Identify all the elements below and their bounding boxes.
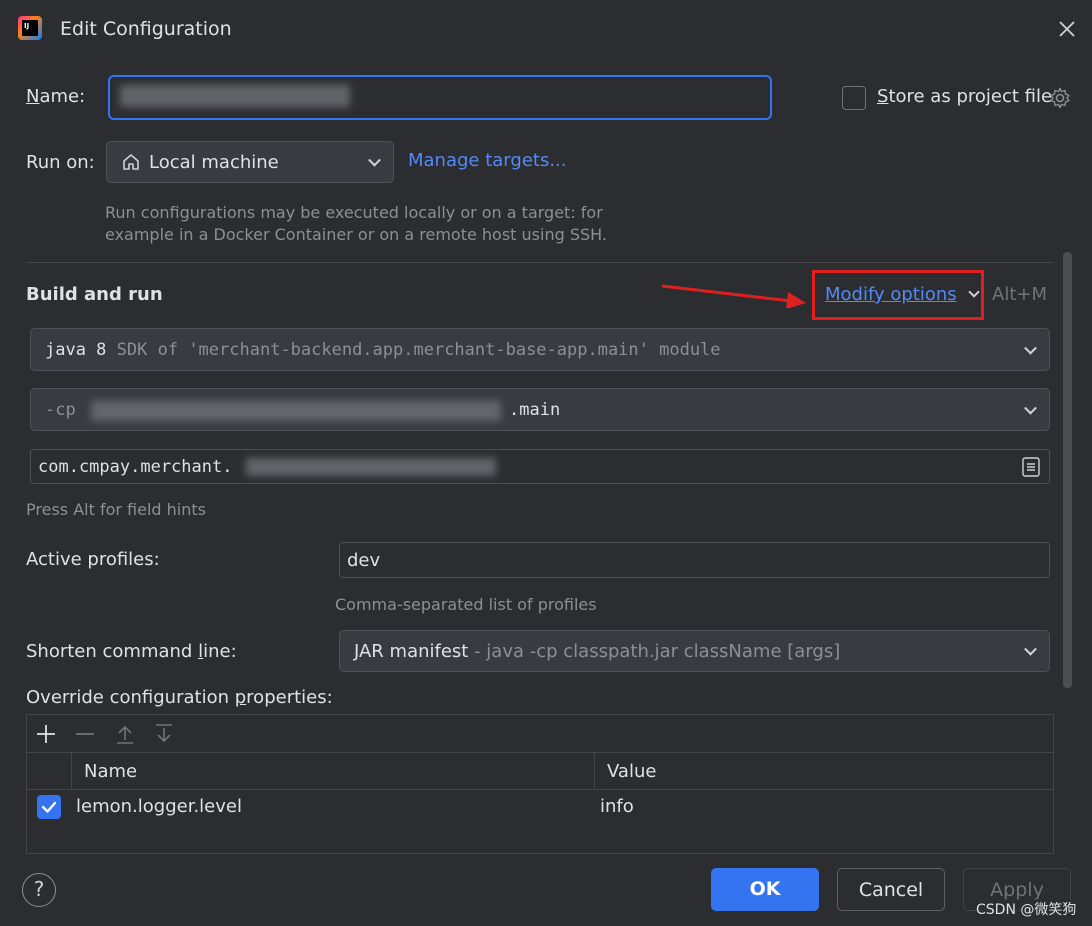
store-project-checkbox[interactable]	[842, 86, 866, 110]
window-title: Edit Configuration	[60, 18, 232, 40]
classpath-suffix: .main	[509, 400, 561, 420]
shorten-select[interactable]: JAR manifest - java -cp classpath.jar cl…	[339, 630, 1050, 672]
sdk-main: java 8	[45, 340, 107, 360]
active-profiles-hint: Comma-separated list of profiles	[335, 595, 597, 614]
override-label: Override configuration properties:	[26, 687, 333, 708]
table-header: Name Value	[27, 753, 1053, 790]
row-name: lemon.logger.level	[76, 796, 242, 817]
modify-shortcut: Alt+M	[992, 284, 1047, 305]
table-row[interactable]: lemon.logger.level info	[27, 790, 1053, 824]
add-icon[interactable]	[36, 724, 56, 744]
separator	[26, 262, 1054, 263]
ok-button[interactable]: OK	[711, 868, 819, 911]
classpath-prefix: -cp	[45, 400, 76, 420]
move-up-icon[interactable]	[115, 724, 135, 744]
row-value: info	[600, 796, 634, 817]
store-project-label[interactable]: Store as project file	[877, 86, 1052, 107]
run-on-value: Local machine	[149, 152, 279, 173]
column-header-value[interactable]: Value	[607, 761, 656, 782]
row-checkbox[interactable]	[37, 795, 61, 819]
properties-table: Name Value lemon.logger.level info	[26, 714, 1054, 854]
shorten-desc: - java -cp classpath.jar className [args…	[468, 641, 841, 662]
run-on-hint: Run configurations may be executed local…	[105, 203, 607, 244]
chevron-down-icon	[968, 286, 981, 298]
scrollbar[interactable]	[1063, 252, 1072, 688]
home-icon	[121, 152, 141, 172]
red-arrow	[660, 282, 810, 309]
sdk-sub: SDK of 'merchant-backend.app.merchant-ba…	[116, 340, 721, 360]
manage-targets-link[interactable]: Manage targets...	[408, 150, 567, 171]
app-logo-icon: IJ	[18, 16, 42, 40]
chevron-down-icon	[1024, 642, 1037, 656]
help-button[interactable]: ?	[22, 873, 56, 907]
build-run-title: Build and run	[26, 284, 163, 305]
main-class-input[interactable]: com.cmpay.merchant.	[30, 449, 1050, 484]
cancel-button[interactable]: Cancel	[837, 868, 945, 911]
active-profiles-input[interactable]: dev	[339, 542, 1050, 578]
chevron-down-icon	[1024, 341, 1037, 355]
document-icon[interactable]	[1021, 456, 1041, 478]
gear-icon[interactable]	[1048, 86, 1072, 110]
move-down-icon[interactable]	[154, 724, 174, 744]
watermark: CSDN @微笑狗	[976, 899, 1077, 919]
run-on-label: Run on:	[26, 152, 95, 173]
close-icon[interactable]	[1056, 18, 1078, 40]
main-class-value: com.cmpay.merchant.	[38, 457, 233, 477]
shorten-value: JAR manifest	[354, 641, 469, 662]
name-input[interactable]	[108, 75, 772, 120]
check-icon	[41, 801, 57, 813]
chevron-down-icon	[368, 153, 381, 167]
active-profiles-value: dev	[347, 550, 381, 571]
modify-options-link[interactable]: Modify options	[825, 284, 981, 305]
classpath-select[interactable]: -cp .main	[30, 388, 1050, 431]
shorten-label: Shorten command line:	[26, 641, 237, 662]
run-on-select[interactable]: Local machine	[106, 141, 394, 183]
sdk-select[interactable]: java 8 SDK of 'merchant-backend.app.merc…	[30, 328, 1050, 371]
column-header-name[interactable]: Name	[84, 761, 137, 782]
table-toolbar	[27, 715, 1053, 753]
field-hints: Press Alt for field hints	[26, 500, 206, 519]
name-label: Name:	[26, 86, 86, 107]
remove-icon[interactable]	[75, 724, 95, 744]
chevron-down-icon	[1024, 401, 1037, 415]
active-profiles-label: Active profiles:	[26, 549, 160, 570]
